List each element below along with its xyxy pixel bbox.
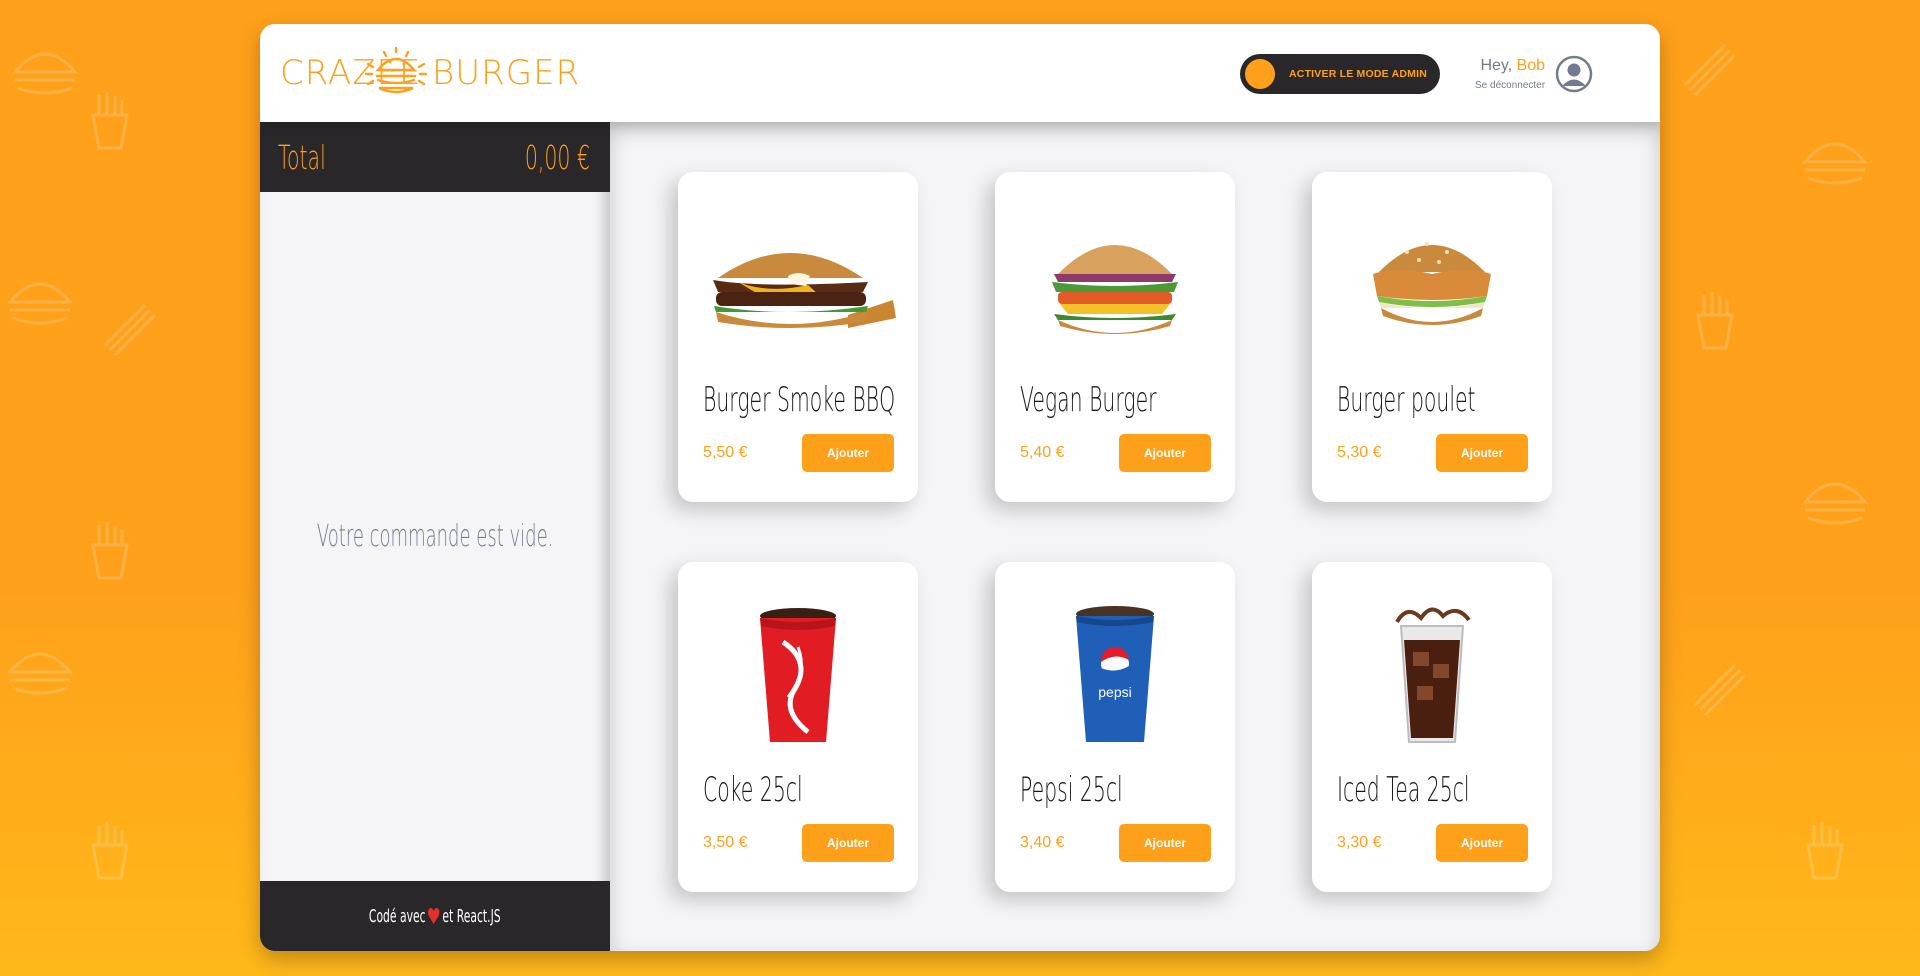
app-window: Crazee Burger ACTIVER LE MODE ADMIN Hey,… (260, 24, 1660, 951)
product-card: pepsi Pepsi 25cl 3,40 € Ajouter (995, 562, 1235, 892)
hotdog-pattern-icon (1683, 43, 1737, 97)
product-title: Coke 25cl (703, 770, 803, 810)
navbar: Crazee Burger ACTIVER LE MODE ADMIN Hey,… (260, 24, 1660, 122)
product-price: 3,50 € (703, 834, 748, 851)
product-price: 5,40 € (1020, 444, 1065, 461)
product-card: Iced Tea 25cl 3,30 € Ajouter (1312, 562, 1552, 892)
basket-body: Votre commande est vide. (260, 192, 610, 881)
burger-smoke-bbq-image (713, 252, 896, 328)
fries-pattern-icon (1806, 822, 1844, 880)
add-to-cart-button[interactable]: Ajouter (802, 434, 894, 472)
logo-text-right: Burger (432, 53, 581, 93)
product-menu: Burger Smoke BBQ 5,50 € Ajouter Vegan Bu… (610, 122, 1660, 951)
product-card: Burger poulet 5,30 € Ajouter (1312, 172, 1552, 502)
coke-cup-image (760, 608, 836, 742)
product-title: Burger Smoke BBQ (703, 380, 896, 420)
burger-logo-icon (364, 46, 428, 94)
greeting: Hey, Bob (1480, 57, 1546, 74)
add-to-cart-button[interactable]: Ajouter (1119, 824, 1211, 862)
product-price: 5,50 € (703, 444, 748, 461)
user-avatar-icon[interactable] (1555, 55, 1593, 93)
burger-pattern-icon (1801, 482, 1869, 525)
fries-pattern-icon (1696, 292, 1734, 350)
chicken-burger-image (1373, 242, 1491, 325)
user-name: Bob (1516, 57, 1546, 74)
basket-total-bar: Total 0,00 € (260, 122, 610, 192)
logo-text-left: Crazee (280, 53, 422, 93)
product-title: Pepsi 25cl (1020, 770, 1123, 810)
burger-pattern-icon (11, 52, 79, 95)
hotdog-pattern-icon (103, 303, 157, 357)
heart-icon (428, 907, 440, 924)
product-title: Burger poulet (1337, 380, 1476, 420)
basket-panel: Total 0,00 € Votre commande est vide. Co… (260, 122, 610, 951)
empty-basket-message: Votre commande est vide. (316, 519, 554, 554)
fries-pattern-icon (91, 522, 129, 580)
product-image (698, 602, 898, 747)
burger-pattern-icon (1801, 142, 1869, 185)
footer-text-prefix: Codé avec (369, 905, 426, 927)
product-image (1332, 212, 1532, 357)
admin-toggle-label: ACTIVER LE MODE ADMIN (1289, 68, 1427, 80)
product-image (698, 212, 898, 357)
svg-text:pepsi: pepsi (1098, 684, 1131, 700)
product-title: Vegan Burger (1020, 380, 1157, 420)
iced-tea-glass-image (1395, 607, 1471, 743)
product-image: pepsi (1015, 602, 1215, 747)
vegan-burger-image (1052, 245, 1178, 334)
hotdog-pattern-icon (1693, 663, 1747, 717)
add-to-cart-button[interactable]: Ajouter (1436, 824, 1528, 862)
total-amount: 0,00 € (524, 137, 590, 177)
admin-mode-toggle[interactable]: ACTIVER LE MODE ADMIN (1240, 54, 1440, 94)
footer-text-suffix: et React.JS (442, 905, 501, 927)
fries-pattern-icon (91, 822, 129, 880)
brand-logo[interactable]: Crazee Burger (280, 46, 581, 100)
add-to-cart-button[interactable]: Ajouter (1119, 434, 1211, 472)
pepsi-cup-image: pepsi (1076, 606, 1154, 742)
logout-link[interactable]: Se déconnecter (1475, 80, 1545, 91)
product-price: 5,30 € (1337, 444, 1382, 461)
product-price: 3,40 € (1020, 834, 1065, 851)
product-image (1332, 602, 1532, 747)
toggle-knob[interactable] (1245, 59, 1275, 89)
product-title: Iced Tea 25cl (1337, 770, 1470, 810)
product-price: 3,30 € (1337, 834, 1382, 851)
add-to-cart-button[interactable]: Ajouter (802, 824, 894, 862)
user-profile: Hey, Bob Se déconnecter (1475, 52, 1593, 96)
product-card: Coke 25cl 3,50 € Ajouter (678, 562, 918, 892)
product-card: Burger Smoke BBQ 5,50 € Ajouter (678, 172, 918, 502)
product-image (1015, 212, 1215, 357)
total-label: Total (278, 137, 326, 177)
fries-pattern-icon (91, 92, 129, 150)
product-card: Vegan Burger 5,40 € Ajouter (995, 172, 1235, 502)
burger-pattern-icon (6, 282, 74, 325)
burger-pattern-icon (6, 652, 74, 695)
add-to-cart-button[interactable]: Ajouter (1436, 434, 1528, 472)
basket-footer: Codé avec et React.JS (260, 881, 610, 951)
